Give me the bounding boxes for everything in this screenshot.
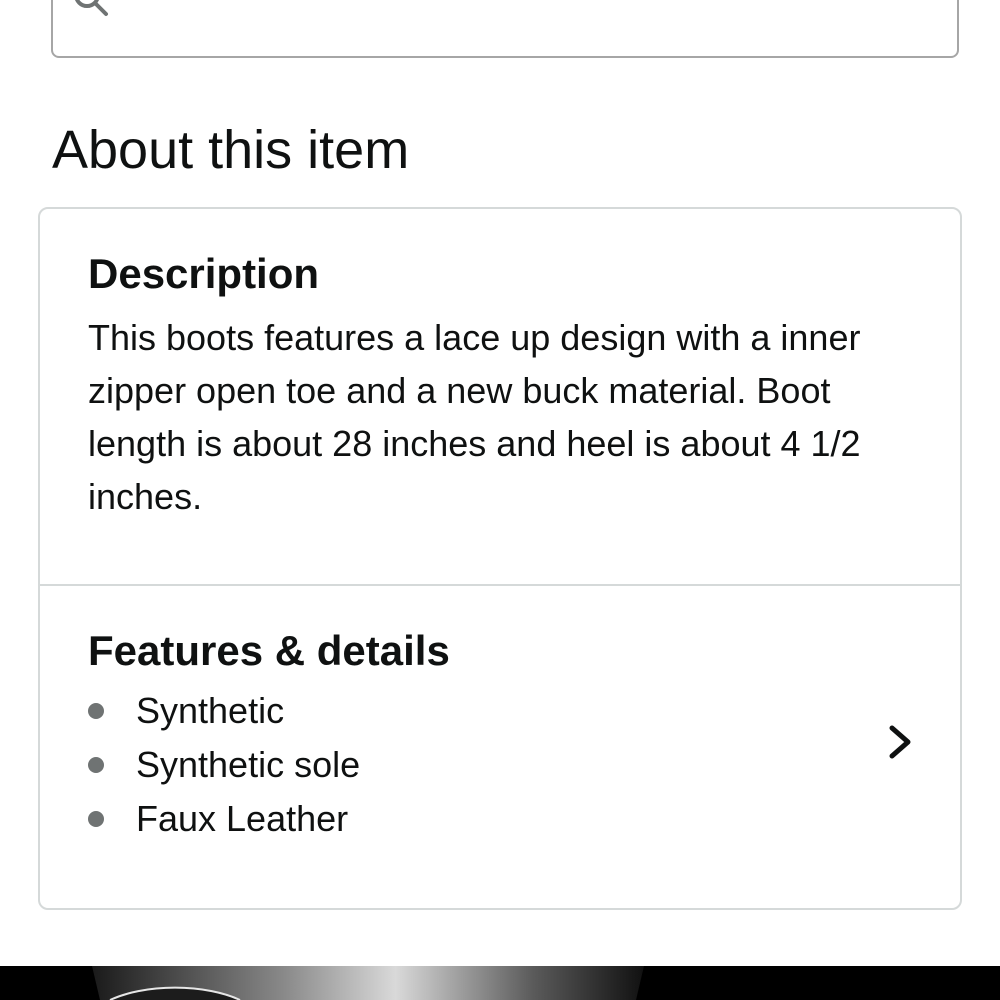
features-section: Features & details Synthetic Synthetic s… bbox=[88, 624, 848, 846]
about-item-card: Description This boots features a lace u… bbox=[38, 207, 962, 910]
feature-list-item: Synthetic bbox=[88, 684, 848, 738]
search-icon[interactable] bbox=[70, 0, 110, 18]
feature-label: Faux Leather bbox=[136, 798, 349, 839]
product-image bbox=[92, 966, 644, 1000]
bullet-icon bbox=[88, 811, 104, 827]
features-heading: Features & details bbox=[88, 627, 450, 674]
description-heading: Description bbox=[88, 250, 320, 297]
description-text: This boots features a lace up design wit… bbox=[88, 317, 861, 517]
product-image-banner[interactable] bbox=[0, 966, 1000, 1000]
feature-label: Synthetic sole bbox=[136, 744, 361, 785]
about-this-item-title: About this item bbox=[52, 120, 410, 180]
features-details-row[interactable]: Features & details Synthetic Synthetic s… bbox=[40, 586, 960, 908]
chevron-right-icon[interactable] bbox=[886, 722, 916, 762]
feature-list-item: Faux Leather bbox=[88, 792, 848, 846]
bullet-icon bbox=[88, 757, 104, 773]
feature-label: Synthetic bbox=[136, 690, 285, 731]
feature-list-item: Synthetic sole bbox=[88, 738, 848, 792]
product-page: About this item Description This boots f… bbox=[0, 0, 1000, 1000]
feature-list: Synthetic Synthetic sole Faux Leather bbox=[88, 684, 848, 846]
search-input[interactable] bbox=[51, 0, 959, 58]
description-section: Description This boots features a lace u… bbox=[88, 247, 908, 523]
bullet-icon bbox=[88, 703, 104, 719]
